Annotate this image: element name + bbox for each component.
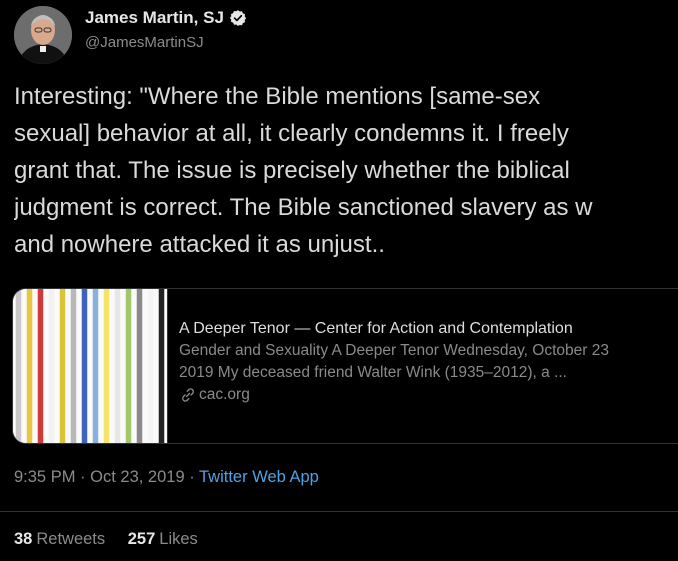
tweet-time[interactable]: 9:35 PM [14, 468, 75, 486]
retweets-stat[interactable]: 38 Retweets [14, 530, 105, 548]
link-card-description: 2019 My deceased friend Walter Wink (193… [179, 364, 567, 381]
thumbnail-stripe [48, 289, 55, 443]
likes-label: Likes [159, 530, 198, 548]
thumbnail-stripe [125, 289, 132, 443]
link-icon [182, 388, 194, 402]
likes-stat[interactable]: 257 Likes [128, 530, 198, 548]
verified-badge-icon [229, 9, 247, 27]
meta-separator: · [80, 468, 86, 486]
tweet-text-line: Interesting: "Where the Bible mentions [… [14, 83, 541, 110]
avatar-image [14, 6, 72, 64]
tweet-text-line: judgment is correct. The Bible sanctione… [14, 194, 593, 221]
tweet-text-line: and nowhere attacked it as unjust.. [14, 231, 385, 258]
link-card-thumbnail[interactable] [13, 289, 168, 443]
author-display-name[interactable]: James Martin, SJ [85, 8, 224, 28]
thumbnail-stripe [92, 289, 99, 443]
link-card-domain-text: cac.org [199, 386, 250, 403]
thumbnail-stripe [103, 289, 110, 443]
link-card[interactable]: A Deeper Tenor — Center for Action and C… [12, 288, 678, 444]
thumbnail-stripe [114, 289, 121, 443]
thumbnail-stripe [136, 289, 143, 443]
likes-count: 257 [127, 530, 156, 548]
avatar[interactable] [14, 6, 72, 64]
thumbnail-stripe [37, 289, 44, 443]
thumbnail-stripe [158, 289, 165, 443]
link-card-title: A Deeper Tenor — Center for Action and C… [179, 320, 573, 337]
tweet-date[interactable]: Oct 23, 2019 [90, 468, 184, 486]
thumbnail-stripe [147, 289, 154, 443]
tweet-meta: 9:35 PM · Oct 23, 2019 · Twitter Web App [14, 468, 319, 487]
thumbnail-stripe [26, 289, 33, 443]
tweet-text-line: sexual] behavior at all, it clearly cond… [14, 120, 569, 147]
link-card-description: Gender and Sexuality A Deeper Tenor Wedn… [179, 342, 609, 359]
tweet-text-line: grant that. The issue is precisely wheth… [14, 157, 570, 184]
retweets-label: Retweets [36, 530, 106, 548]
link-card-domain: cac.org [179, 384, 678, 406]
source-app-link[interactable]: Twitter Web App [199, 468, 319, 486]
divider [0, 511, 678, 512]
author-name-row[interactable]: James Martin, SJ [85, 8, 247, 28]
thumbnail-stripe [15, 289, 22, 443]
thumbnail-stripe [59, 289, 66, 443]
retweets-count: 38 [14, 530, 33, 548]
thumbnail-stripe [81, 289, 88, 443]
meta-separator: · [189, 468, 195, 486]
thumbnail-stripe [70, 289, 77, 443]
tweet-text: Interesting: "Where the Bible mentions [… [14, 78, 678, 263]
thumbnail-stripes [13, 289, 167, 443]
tweet-stats: 38 Retweets 257 Likes [14, 530, 216, 549]
author-handle[interactable]: @JamesMartinSJ [85, 34, 204, 51]
link-card-body[interactable]: A Deeper Tenor — Center for Action and C… [179, 318, 678, 406]
